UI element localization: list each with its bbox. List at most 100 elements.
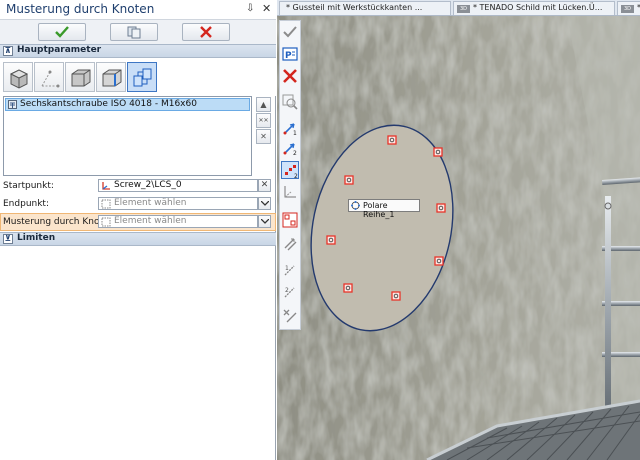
confirm-button[interactable]: [281, 23, 299, 41]
endpoint-dropdown-button[interactable]: [258, 197, 271, 210]
pattern-node[interactable]: [433, 147, 443, 157]
copy-icon: [127, 26, 141, 39]
tab-m[interactable]: 3D * M: [617, 1, 640, 15]
copy-geometry-icon: [284, 238, 297, 251]
expand-icon[interactable]: ⊻: [3, 234, 13, 244]
parameters-button[interactable]: P: [281, 45, 299, 63]
axis-button[interactable]: [281, 183, 299, 201]
3d-viewport[interactable]: [277, 16, 640, 460]
endpoint-field[interactable]: Element wählen: [98, 197, 258, 210]
pattern-node[interactable]: [344, 175, 354, 185]
section-label: Hauptparameter: [17, 45, 102, 55]
svg-text:1: 1: [285, 265, 289, 272]
vector-step-2-button[interactable]: 2: [281, 283, 299, 301]
screw-icon: [8, 100, 17, 109]
pattern-dialog: Musterung durch Knoten ⇩ ✕ ⊼ Hauptparame…: [0, 0, 276, 460]
startpoint-field[interactable]: Screw_2\LCS_0: [98, 179, 258, 192]
selected-elements-list[interactable]: Sechskantschraube ISO 4018 - M16x60: [3, 96, 252, 176]
section-hauptparameter[interactable]: ⊼ Hauptparameter: [0, 44, 276, 58]
pattern-layout-button[interactable]: [281, 211, 299, 229]
svg-text:2: 2: [285, 287, 289, 294]
svg-text:2: 2: [294, 173, 298, 179]
pattern-node[interactable]: [391, 291, 401, 301]
parameters-icon: P: [282, 47, 298, 61]
startpoint-label: Startpunkt:: [3, 181, 54, 191]
svg-text:P: P: [285, 51, 292, 61]
pattern-node[interactable]: [387, 135, 397, 145]
vector-2-icon: 2: [283, 143, 297, 156]
solid-cube-icon: [9, 69, 29, 89]
cancel-button[interactable]: [182, 23, 230, 41]
zoom-fit-button[interactable]: [281, 93, 299, 111]
tab-tenado-schild[interactable]: 3D * TENADO Schild mit Lücken.Ü...: [453, 1, 615, 15]
chevron-down-icon: [261, 219, 269, 224]
pattern-node[interactable]: [326, 235, 336, 245]
mode-solid-cube-button[interactable]: [3, 62, 33, 92]
startpoint-value: Screw_2\LCS_0: [114, 180, 182, 190]
start-vector-button[interactable]: 1: [281, 119, 299, 137]
remove-vector-icon: [283, 309, 297, 323]
pattern-nodes-tool-button[interactable]: 2: [281, 161, 299, 179]
copy-button[interactable]: [110, 23, 158, 41]
vector-step-1-icon: 1: [284, 265, 295, 276]
mode-pattern-nodes-button[interactable]: [127, 62, 157, 92]
zoom-icon: [282, 94, 298, 110]
remove-vector-button[interactable]: [281, 307, 299, 325]
vector-step-1-button[interactable]: 1: [281, 261, 299, 279]
mode-wireframe-button[interactable]: [34, 62, 64, 92]
remove-selected-button[interactable]: ✕✕: [256, 113, 271, 128]
polar-array-label[interactable]: Polare Reihe_1: [348, 199, 420, 219]
collapse-icon[interactable]: ⊼: [3, 46, 13, 56]
box-edge-icon: [102, 69, 122, 87]
pattern-nodes-placeholder: Element wählen: [114, 216, 187, 226]
vector-1-icon: 1: [283, 123, 297, 136]
nodes-icon: 2: [285, 165, 298, 179]
chevron-down-icon: [261, 201, 269, 206]
endpoint-placeholder: Element wählen: [114, 198, 187, 208]
clear-startpoint-button[interactable]: ✕: [258, 179, 271, 192]
dialog-title-bar: Musterung durch Knoten ⇩ ✕: [0, 0, 276, 20]
pattern-node[interactable]: [436, 203, 446, 213]
move-up-button[interactable]: ▲: [256, 97, 271, 112]
mode-box-edge-button[interactable]: [96, 62, 126, 92]
checkmark-icon: [283, 26, 297, 38]
list-item[interactable]: Sechskantschraube ISO 4018 - M16x60: [5, 98, 250, 111]
end-vector-button[interactable]: 2: [281, 139, 299, 157]
tab-label: * Gussteil mit Werkstückkanten ...: [286, 3, 423, 12]
wireframe-icon: [41, 70, 60, 88]
pattern-node[interactable]: [434, 256, 444, 266]
list-item-label: Sechskantschraube ISO 4018 - M16x60: [20, 99, 197, 109]
pin-icon[interactable]: ⇩: [246, 3, 254, 14]
pattern-node[interactable]: [343, 283, 353, 293]
ok-button[interactable]: [38, 23, 86, 41]
mode-box-button[interactable]: [65, 62, 95, 92]
copy-geometry-button[interactable]: [281, 235, 299, 253]
scene-canvas[interactable]: [277, 16, 640, 460]
box-icon: [71, 69, 91, 87]
cancel-tool-button[interactable]: [281, 67, 299, 85]
svg-text:1: 1: [293, 130, 297, 136]
pattern-nodes-field[interactable]: Element wählen: [98, 215, 258, 228]
tab-gussteil[interactable]: * Gussteil mit Werkstückkanten ...: [279, 1, 451, 15]
polar-array-icon: [351, 201, 360, 210]
section-label: Limiten: [17, 233, 56, 243]
pattern-nodes-dropdown-button[interactable]: [258, 215, 271, 228]
axis-icon: [284, 186, 296, 198]
cross-icon: [200, 26, 212, 38]
document-icon: 3D: [621, 5, 634, 13]
pattern-nodes-icon: [133, 68, 152, 87]
pattern-mode-toolbar: [0, 58, 276, 96]
section-limiten[interactable]: ⊻ Limiten: [0, 232, 276, 246]
tab-label: * TENADO Schild mit Lücken.Ü...: [473, 3, 603, 12]
close-icon[interactable]: ✕: [262, 2, 271, 15]
remove-button[interactable]: ✕: [256, 129, 271, 144]
document-icon: 3D: [457, 5, 470, 13]
endpoint-label: Endpunkt:: [3, 199, 49, 209]
pattern-layout-icon: [282, 212, 298, 228]
select-element-icon: [101, 199, 111, 209]
vertical-toolbar: P 1 2 2 1 2: [279, 20, 301, 330]
document-tab-bar: * Gussteil mit Werkstückkanten ... 3D * …: [277, 0, 640, 16]
cross-icon: [283, 69, 297, 83]
action-bar: [0, 20, 276, 44]
checkmark-icon: [55, 26, 69, 38]
